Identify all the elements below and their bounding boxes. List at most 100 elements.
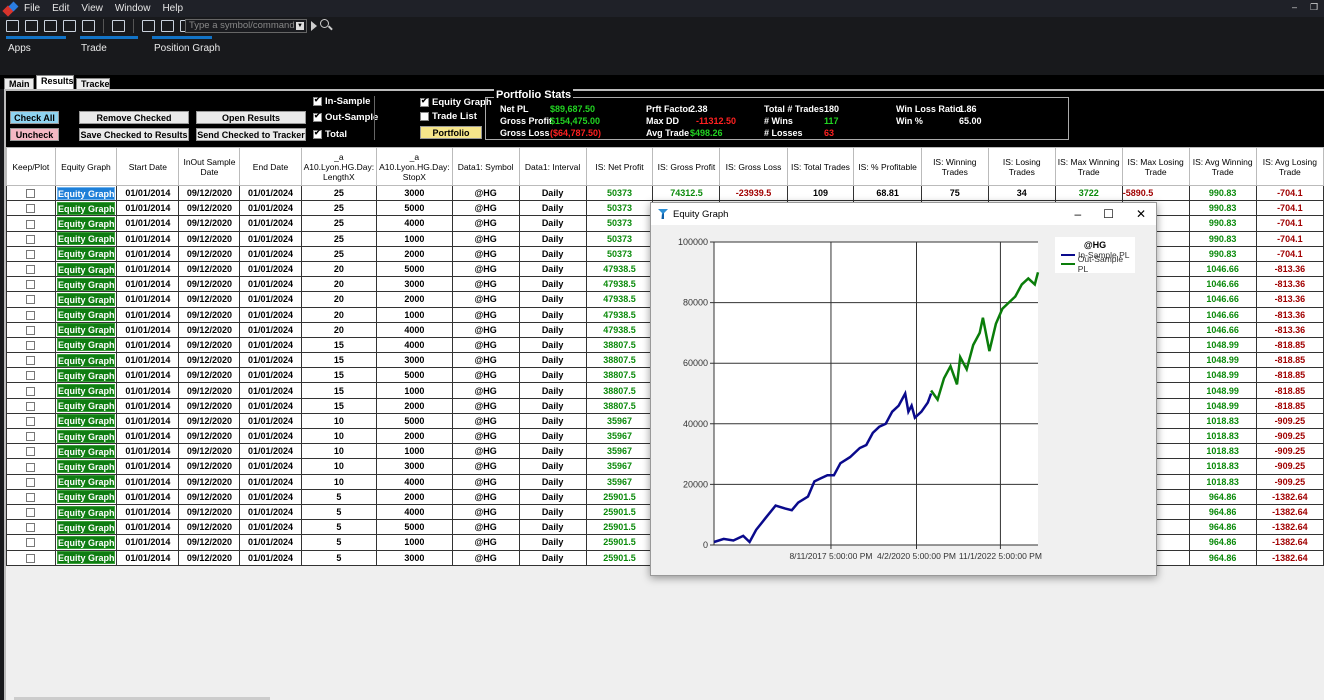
column-header[interactable]: _a A10.Lyon.HG.Day: StopX bbox=[376, 147, 453, 186]
in-sample-checkbox[interactable]: In-Sample bbox=[313, 95, 370, 107]
keep-plot-checkbox[interactable] bbox=[26, 523, 36, 533]
equity-graph-button[interactable]: Equity Graph bbox=[56, 186, 115, 200]
column-header[interactable]: IS: Total Trades bbox=[786, 147, 855, 186]
keep-plot-checkbox[interactable] bbox=[26, 310, 36, 320]
save-checked-button[interactable]: Save Checked to Results bbox=[79, 128, 189, 141]
keep-plot-checkbox[interactable] bbox=[26, 553, 36, 563]
keep-plot-checkbox[interactable] bbox=[26, 265, 36, 275]
keep-plot-checkbox[interactable] bbox=[26, 371, 36, 381]
symbol-command-input[interactable]: Type a symbol/command ▼ bbox=[185, 19, 307, 33]
equity-graph-button[interactable]: Equity Graph bbox=[56, 384, 115, 398]
column-header[interactable]: InOut Sample Date bbox=[178, 147, 241, 186]
menu-file[interactable]: File bbox=[24, 3, 40, 14]
keep-plot-checkbox[interactable] bbox=[26, 386, 36, 396]
column-header[interactable]: IS: Gross Loss bbox=[719, 147, 788, 186]
minimize-icon[interactable]: – bbox=[1292, 3, 1300, 12]
keep-plot-checkbox[interactable] bbox=[26, 538, 36, 548]
keep-plot-checkbox[interactable] bbox=[26, 492, 36, 502]
maximize-icon[interactable]: ☐ bbox=[1103, 207, 1114, 221]
column-header[interactable]: IS: Avg Winning Trade bbox=[1188, 147, 1257, 186]
equity-graph-button[interactable]: Equity Graph bbox=[56, 475, 115, 489]
equity-graph-button[interactable]: Equity Graph bbox=[56, 247, 115, 261]
equity-graph-button[interactable]: Equity Graph bbox=[56, 444, 115, 458]
search-icon[interactable] bbox=[320, 19, 329, 28]
keep-plot-checkbox[interactable] bbox=[26, 401, 36, 411]
equity-graph-button[interactable]: Equity Graph bbox=[56, 551, 115, 565]
checkbox-box[interactable] bbox=[420, 112, 429, 121]
keep-plot-checkbox[interactable] bbox=[26, 356, 36, 366]
restore-icon[interactable]: ❐ bbox=[1310, 3, 1318, 12]
menu-edit[interactable]: Edit bbox=[52, 3, 69, 14]
equity-graph-button[interactable]: Equity Graph bbox=[56, 429, 115, 443]
total-checkbox[interactable]: Total bbox=[313, 128, 347, 140]
column-header[interactable]: IS: % Profitable bbox=[853, 147, 922, 186]
checkbox-box[interactable] bbox=[313, 95, 322, 106]
open-results-button[interactable]: Open Results bbox=[196, 111, 306, 124]
menu-window[interactable]: Window bbox=[115, 3, 151, 14]
minimize-icon[interactable]: – bbox=[1074, 207, 1081, 221]
close-icon[interactable]: ✕ bbox=[1136, 207, 1146, 221]
column-header[interactable]: IS: Avg Losing Trade bbox=[1255, 147, 1324, 186]
dropdown-icon[interactable]: ▼ bbox=[296, 22, 304, 30]
equity-graph-button[interactable]: Equity Graph bbox=[56, 505, 115, 519]
equity-graph-button[interactable]: Equity Graph bbox=[56, 368, 115, 382]
keep-plot-checkbox[interactable] bbox=[26, 432, 36, 442]
equity-window-titlebar[interactable]: Equity Graph – ☐ ✕ bbox=[651, 203, 1156, 225]
lock-icon[interactable] bbox=[142, 20, 155, 32]
check-all-button[interactable]: Check All bbox=[10, 111, 59, 124]
print-icon[interactable] bbox=[112, 20, 125, 32]
equity-graph-checkbox[interactable]: Equity Graph bbox=[420, 96, 492, 108]
tab-results[interactable]: Results bbox=[36, 75, 74, 89]
equity-graph-button[interactable]: Equity Graph bbox=[56, 490, 115, 504]
column-header[interactable]: IS: Winning Trades bbox=[920, 147, 989, 186]
send-icon[interactable] bbox=[63, 20, 76, 32]
save-workspace-icon[interactable] bbox=[44, 20, 57, 32]
checkbox-box[interactable] bbox=[313, 111, 322, 122]
out-sample-checkbox[interactable]: Out-Sample bbox=[313, 111, 378, 123]
keep-plot-checkbox[interactable] bbox=[26, 204, 36, 214]
keep-plot-checkbox[interactable] bbox=[26, 234, 36, 244]
uncheck-all-button[interactable]: Uncheck All bbox=[10, 128, 59, 153]
keep-plot-checkbox[interactable] bbox=[26, 447, 36, 457]
new-workspace-icon[interactable] bbox=[6, 20, 19, 32]
table-row[interactable]: Equity Graph 01/01/2014 09/12/2020 01/01/20… bbox=[6, 184, 1324, 202]
close-workspace-icon[interactable] bbox=[82, 20, 95, 32]
keep-plot-checkbox[interactable] bbox=[26, 416, 36, 426]
equity-graph-button[interactable]: Equity Graph bbox=[56, 520, 115, 534]
keep-plot-checkbox[interactable] bbox=[26, 189, 36, 199]
column-header[interactable]: Equity Graph bbox=[54, 147, 118, 186]
equity-graph-button[interactable]: Equity Graph bbox=[56, 399, 115, 413]
column-header[interactable]: Start Date bbox=[116, 147, 180, 186]
keep-plot-checkbox[interactable] bbox=[26, 477, 36, 487]
keep-plot-checkbox[interactable] bbox=[26, 341, 36, 351]
keep-plot-checkbox[interactable] bbox=[26, 325, 36, 335]
keep-plot-checkbox[interactable] bbox=[26, 508, 36, 518]
column-header[interactable]: Data1: Interval bbox=[518, 147, 587, 186]
tab-tracker[interactable]: Tracker bbox=[76, 78, 113, 89]
column-header[interactable]: IS: Net Profit bbox=[585, 147, 654, 186]
column-header[interactable]: Keep/Plot bbox=[6, 147, 56, 186]
equity-graph-button[interactable]: Equity Graph bbox=[56, 308, 115, 322]
keep-plot-checkbox[interactable] bbox=[26, 462, 36, 472]
column-header[interactable]: IS: Max Losing Trade bbox=[1121, 147, 1190, 186]
menu-view[interactable]: View bbox=[81, 3, 103, 14]
column-header[interactable]: End Date bbox=[239, 147, 302, 186]
tab-main[interactable]: Main bbox=[4, 78, 34, 89]
column-header[interactable]: IS: Max Winning Trade bbox=[1054, 147, 1123, 186]
checkbox-box[interactable] bbox=[313, 128, 322, 139]
group-trade[interactable]: Trade bbox=[81, 43, 107, 54]
column-header[interactable]: IS: Losing Trades bbox=[987, 147, 1056, 186]
equity-graph-button[interactable]: Equity Graph bbox=[56, 292, 115, 306]
column-header[interactable]: _a A10.Lyon.HG.Day: LengthX bbox=[300, 147, 378, 186]
equity-graph-button[interactable]: Equity Graph bbox=[56, 353, 115, 367]
keep-plot-checkbox[interactable] bbox=[26, 219, 36, 229]
checkbox-box[interactable] bbox=[420, 96, 429, 107]
trade-list-checkbox[interactable]: Trade List bbox=[420, 111, 477, 122]
keep-plot-checkbox[interactable] bbox=[26, 280, 36, 290]
portfolio-stats-button[interactable]: Portfolio Stats bbox=[420, 126, 482, 151]
equity-graph-button[interactable]: Equity Graph bbox=[56, 277, 115, 291]
send-checked-button[interactable]: Send Checked to Tracker bbox=[196, 128, 306, 141]
remove-checked-button[interactable]: Remove Checked bbox=[79, 111, 189, 124]
group-position-graph[interactable]: Position Graph bbox=[154, 43, 220, 54]
keep-plot-checkbox[interactable] bbox=[26, 249, 36, 259]
